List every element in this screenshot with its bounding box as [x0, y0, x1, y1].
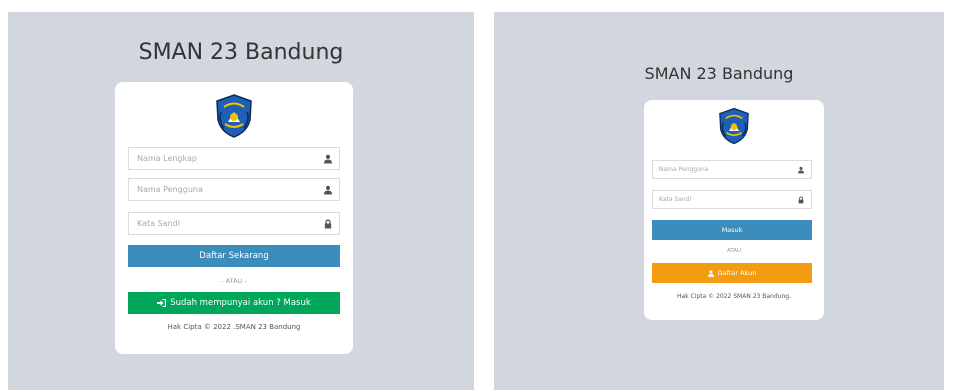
login-card: Nama Pengguna Kata Sandi Masuk ATAU Daft… — [644, 100, 824, 320]
login-password-placeholder: Kata Sandi — [659, 196, 692, 203]
login-link-label: Sudah mempunyai akun ? Masuk — [170, 298, 311, 308]
login-submit-button[interactable]: Masuk — [652, 220, 812, 240]
lock-icon — [798, 196, 804, 203]
register-password-placeholder: Kata Sandi — [137, 219, 180, 228]
register-password-field[interactable]: Kata Sandi — [128, 212, 340, 235]
register-card: Nama Lengkap Nama Pengguna Kata Sandi Da… — [115, 82, 353, 354]
full-name-placeholder: Nama Lengkap — [137, 154, 197, 163]
register-account-label: Daftar Akun — [717, 269, 757, 277]
user-icon — [798, 166, 804, 173]
school-crest-icon — [216, 94, 252, 138]
login-username-field[interactable]: Nama Pengguna — [652, 160, 812, 179]
register-submit-label: Daftar Sekarang — [199, 251, 269, 261]
login-footer: Hak Cipta © 2022 SMAN 23 Bandung. — [676, 293, 791, 300]
login-password-field[interactable]: Kata Sandi — [652, 190, 812, 209]
user-icon — [707, 269, 714, 277]
login-link-button[interactable]: Sudah mempunyai akun ? Masuk — [128, 292, 340, 314]
school-crest-icon — [719, 107, 749, 145]
sign-in-icon — [157, 299, 167, 307]
register-account-button[interactable]: Daftar Akun — [652, 263, 812, 283]
register-username-field[interactable]: Nama Pengguna — [128, 178, 340, 201]
register-panel: SMAN 23 Bandung Nama Lengkap Nama Penggu… — [8, 12, 474, 390]
user-icon — [324, 154, 332, 163]
register-submit-button[interactable]: Daftar Sekarang — [128, 245, 340, 267]
register-separator: - ATAU - — [221, 277, 247, 285]
login-submit-label: Masuk — [721, 226, 743, 234]
login-username-placeholder: Nama Pengguna — [659, 166, 709, 173]
register-username-placeholder: Nama Pengguna — [137, 185, 203, 194]
login-panel: SMAN 23 Bandung Nama Pengguna Kata Sandi… — [494, 12, 944, 390]
full-name-field[interactable]: Nama Lengkap — [128, 147, 340, 170]
lock-icon — [324, 219, 332, 228]
user-icon — [324, 185, 332, 194]
login-separator: ATAU — [726, 248, 742, 254]
login-page-title: SMAN 23 Bandung — [644, 64, 794, 83]
register-footer: Hak Cipta © 2022 .SMAN 23 Bandung — [167, 323, 301, 331]
register-page-title: SMAN 23 Bandung — [138, 40, 344, 65]
